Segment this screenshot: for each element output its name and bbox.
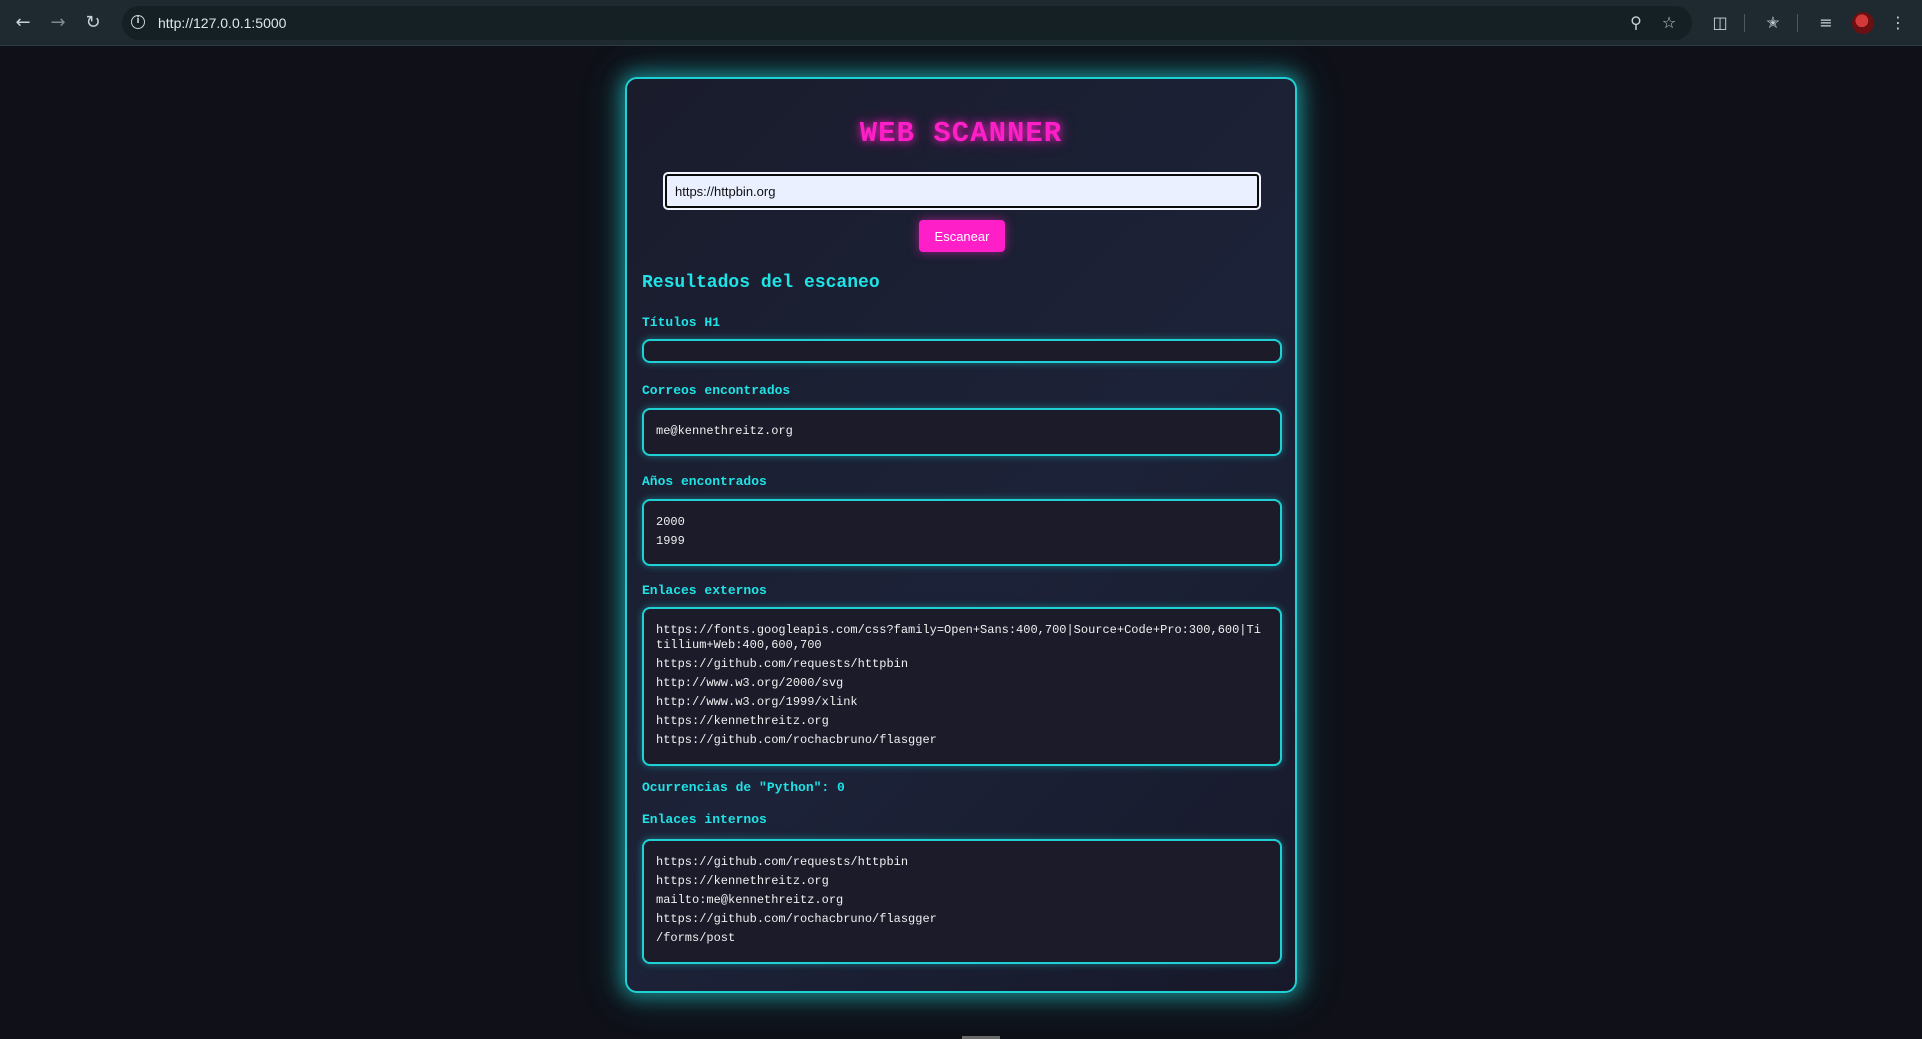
- kebab-menu-icon[interactable]: ⋮: [1884, 9, 1912, 37]
- toolbar-divider: [1797, 14, 1798, 32]
- emails-results-box: me@kennethreitz.org: [642, 408, 1282, 456]
- forward-arrow-icon[interactable]: →: [44, 9, 72, 37]
- puzzle-icon[interactable]: ◫: [1706, 9, 1734, 37]
- url-input[interactable]: [663, 172, 1261, 210]
- result-item: https://fonts.googleapis.com/css?family=…: [656, 623, 1261, 652]
- reload-icon[interactable]: ↻: [79, 9, 107, 37]
- result-item: http://www.w3.org/1999/xlink: [656, 695, 858, 709]
- media-control-icon[interactable]: ≡: [1812, 9, 1840, 37]
- zoom-icon[interactable]: ⚲: [1622, 9, 1650, 37]
- profile-avatar[interactable]: [1852, 12, 1874, 34]
- external-links-results-box: https://fonts.googleapis.com/css?family=…: [642, 607, 1282, 766]
- result-item: https://kennethreitz.org: [656, 714, 829, 728]
- emails-section-label: Correos encontrados: [642, 383, 791, 398]
- result-item: http://www.w3.org/2000/svg: [656, 676, 844, 690]
- result-item: https://github.com/rochacbruno/flasgger: [656, 733, 937, 747]
- result-item: me@kennethreitz.org: [656, 424, 793, 438]
- years-section-label: Años encontrados: [642, 474, 767, 489]
- result-item: https://github.com/requests/httpbin: [656, 855, 909, 869]
- result-item: https://kennethreitz.org: [656, 874, 829, 888]
- toolbar-divider: [1744, 14, 1745, 32]
- result-item: https://github.com/requests/httpbin: [656, 657, 909, 671]
- years-results-box: 2000 1999: [642, 499, 1282, 566]
- star-list-icon[interactable]: ✭: [1759, 9, 1787, 37]
- result-item: 1999: [656, 534, 685, 548]
- h1-results-box: [642, 339, 1282, 363]
- address-url[interactable]: http://127.0.0.1:5000: [158, 6, 286, 40]
- info-icon[interactable]: i: [131, 15, 145, 29]
- python-count-label: Ocurrencias de "Python": 0: [642, 780, 845, 795]
- result-item: https://github.com/rochacbruno/flasgger: [656, 912, 937, 926]
- scan-button[interactable]: Escanear: [919, 220, 1005, 252]
- internal-links-results-box: https://github.com/requests/httpbin https…: [642, 839, 1282, 964]
- star-icon[interactable]: ☆: [1655, 9, 1683, 37]
- address-bar[interactable]: i http://127.0.0.1:5000 ⚲ ☆: [122, 6, 1692, 40]
- browser-toolbar: ← → ↻ i http://127.0.0.1:5000 ⚲ ☆ ◫ ✭ ≡ …: [0, 0, 1922, 46]
- result-item: /forms/post: [656, 931, 736, 945]
- back-arrow-icon[interactable]: ←: [9, 9, 37, 37]
- result-item: mailto:me@kennethreitz.org: [656, 893, 844, 907]
- scanner-card: WEB SCANNER Escanear Resultados del esca…: [625, 77, 1297, 993]
- external-links-section-label: Enlaces externos: [642, 583, 767, 598]
- h1-section-label: Títulos H1: [642, 315, 721, 330]
- internal-links-section-label: Enlaces internos: [642, 812, 767, 827]
- result-item: 2000: [656, 515, 685, 529]
- page-title: WEB SCANNER: [859, 117, 1063, 150]
- page-viewport: WEB SCANNER Escanear Resultados del esca…: [0, 46, 1922, 1039]
- results-heading: Resultados del escaneo: [642, 273, 880, 293]
